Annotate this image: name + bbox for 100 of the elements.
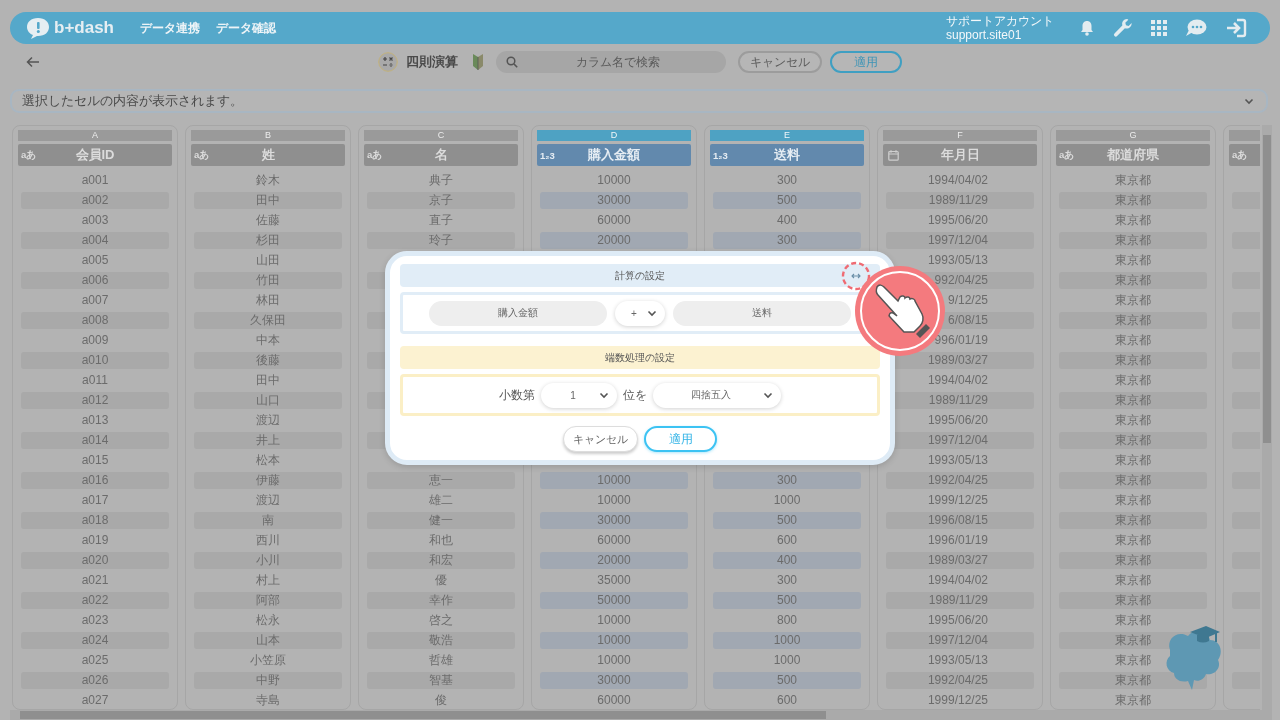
table-cell[interactable]: 30000 bbox=[540, 672, 688, 689]
table-cell[interactable]: 東京都 bbox=[1059, 692, 1207, 709]
table-cell[interactable]: a019 bbox=[21, 532, 169, 549]
table-cell[interactable]: 10000 bbox=[540, 652, 688, 669]
table-cell[interactable]: 哲雄 bbox=[367, 652, 515, 669]
table-cell[interactable]: 智基 bbox=[367, 672, 515, 689]
apply-button[interactable]: 適用 bbox=[830, 51, 902, 73]
column-letter[interactable]: A bbox=[18, 130, 172, 141]
table-cell[interactable]: 松本 bbox=[194, 452, 342, 469]
table-cell[interactable]: 300 bbox=[713, 172, 861, 189]
table-cell[interactable]: 1000 bbox=[713, 652, 861, 669]
table-cell[interactable]: 1994/04/02 bbox=[886, 172, 1034, 189]
back-arrow-icon[interactable] bbox=[26, 56, 40, 68]
table-cell[interactable]: 30000 bbox=[540, 512, 688, 529]
table-cell[interactable]: 600 bbox=[713, 532, 861, 549]
table-cell[interactable]: 東京都 bbox=[1059, 612, 1207, 629]
operand-field[interactable]: 送料 bbox=[673, 300, 851, 326]
table-cell[interactable]: 鈴木 bbox=[194, 172, 342, 189]
table-cell[interactable]: 杉田 bbox=[194, 232, 342, 249]
table-cell[interactable]: a016 bbox=[21, 472, 169, 489]
table-cell[interactable]: 1993/05/13 bbox=[886, 652, 1034, 669]
table-cell[interactable]: 1992/04/25 bbox=[886, 672, 1034, 689]
table-cell[interactable]: a005 bbox=[21, 252, 169, 269]
table-cell[interactable]: a023 bbox=[21, 612, 169, 629]
table-cell[interactable]: 35000 bbox=[540, 572, 688, 589]
table-cell[interactable]: 中野 bbox=[194, 672, 342, 689]
table-cell[interactable]: 和也 bbox=[367, 532, 515, 549]
table-cell[interactable]: a001 bbox=[21, 172, 169, 189]
table-cell[interactable]: 林田 bbox=[194, 292, 342, 309]
horizontal-scrollbar[interactable] bbox=[10, 710, 1272, 720]
table-cell[interactable]: a014 bbox=[21, 432, 169, 449]
table-cell[interactable]: 山口 bbox=[194, 392, 342, 409]
vertical-scrollbar[interactable] bbox=[1262, 125, 1272, 710]
chat-bubble-icon[interactable] bbox=[1185, 18, 1207, 38]
table-cell[interactable]: 東京都 bbox=[1059, 392, 1207, 409]
table-cell[interactable]: a006 bbox=[21, 272, 169, 289]
table-cell[interactable]: 10000 bbox=[540, 492, 688, 509]
table-cell[interactable]: 10000 bbox=[540, 172, 688, 189]
table-cell[interactable]: a011 bbox=[21, 372, 169, 389]
table-cell[interactable]: 1996/01/19 bbox=[886, 532, 1034, 549]
table-cell[interactable]: a025 bbox=[21, 652, 169, 669]
table-cell[interactable]: 10000 bbox=[540, 612, 688, 629]
search-field[interactable]: カラム名で検索 bbox=[496, 51, 726, 73]
operator-select[interactable]: + bbox=[615, 300, 665, 326]
grid-icon[interactable] bbox=[1151, 20, 1167, 36]
table-cell[interactable]: a008 bbox=[21, 312, 169, 329]
table-cell[interactable]: 南 bbox=[194, 512, 342, 529]
table-cell[interactable]: a021 bbox=[21, 572, 169, 589]
table-cell[interactable]: a018 bbox=[21, 512, 169, 529]
cancel-button[interactable]: キャンセル bbox=[563, 426, 638, 452]
table-cell[interactable]: 東京都 bbox=[1059, 252, 1207, 269]
table-cell[interactable]: 800 bbox=[713, 612, 861, 629]
table-cell[interactable]: a022 bbox=[21, 592, 169, 609]
column-header[interactable]: aあ bbox=[1229, 144, 1260, 166]
table-cell[interactable]: 60000 bbox=[540, 532, 688, 549]
table-cell[interactable]: a003 bbox=[21, 212, 169, 229]
table-cell[interactable]: 20000 bbox=[540, 552, 688, 569]
table-cell[interactable]: 東京都 bbox=[1059, 312, 1207, 329]
table-cell[interactable]: a020 bbox=[21, 552, 169, 569]
table-cell[interactable]: 1996/08/15 bbox=[886, 512, 1034, 529]
table-cell[interactable]: 渡辺 bbox=[194, 412, 342, 429]
nav-link[interactable]: データ連携 bbox=[140, 19, 200, 37]
table-cell[interactable]: 60000 bbox=[540, 212, 688, 229]
table-cell[interactable]: 後藤 bbox=[194, 352, 342, 369]
cancel-button[interactable]: キャンセル bbox=[738, 51, 822, 73]
table-cell[interactable]: 松永 bbox=[194, 612, 342, 629]
table-cell[interactable]: a012 bbox=[21, 392, 169, 409]
table-cell[interactable]: 田中 bbox=[194, 372, 342, 389]
table-cell[interactable]: 東京都 bbox=[1059, 352, 1207, 369]
table-cell[interactable]: 伊藤 bbox=[194, 472, 342, 489]
table-cell[interactable]: 20000 bbox=[540, 232, 688, 249]
table-cell[interactable]: 東京都 bbox=[1059, 272, 1207, 289]
table-cell[interactable]: 和宏 bbox=[367, 552, 515, 569]
table-cell[interactable]: 東京都 bbox=[1059, 172, 1207, 189]
column-letter[interactable]: C bbox=[364, 130, 518, 141]
column-header[interactable]: aあ 名 bbox=[364, 144, 518, 166]
column-letter[interactable]: B bbox=[191, 130, 345, 141]
operand-field[interactable]: 購入金額 bbox=[429, 300, 607, 326]
column-header[interactable]: aあ 会員ID bbox=[18, 144, 172, 166]
table-cell[interactable]: 1997/12/04 bbox=[886, 232, 1034, 249]
column-header[interactable]: 1₂3 送料 bbox=[710, 144, 864, 166]
table-cell[interactable]: 東京都 bbox=[1059, 512, 1207, 529]
table-cell[interactable]: 優 bbox=[367, 572, 515, 589]
table-cell[interactable]: 1999/12/25 bbox=[886, 492, 1034, 509]
table-cell[interactable]: 1992/04/25 bbox=[886, 472, 1034, 489]
table-cell[interactable]: a007 bbox=[21, 292, 169, 309]
column-header[interactable]: aあ 姓 bbox=[191, 144, 345, 166]
table-cell[interactable]: 60000 bbox=[540, 692, 688, 709]
table-cell[interactable]: 中本 bbox=[194, 332, 342, 349]
table-cell[interactable]: 1000 bbox=[713, 492, 861, 509]
table-cell[interactable]: 1989/11/29 bbox=[886, 192, 1034, 209]
table-cell[interactable]: 300 bbox=[713, 472, 861, 489]
table-cell[interactable]: 東京都 bbox=[1059, 592, 1207, 609]
table-cell[interactable]: 俊 bbox=[367, 692, 515, 709]
table-cell[interactable]: 1989/11/29 bbox=[886, 592, 1034, 609]
table-cell[interactable]: 1994/04/02 bbox=[886, 572, 1034, 589]
table-cell[interactable]: 東京都 bbox=[1059, 452, 1207, 469]
column-letter[interactable]: E bbox=[710, 130, 864, 141]
table-cell[interactable]: 30000 bbox=[540, 192, 688, 209]
table-cell[interactable]: 東京都 bbox=[1059, 472, 1207, 489]
